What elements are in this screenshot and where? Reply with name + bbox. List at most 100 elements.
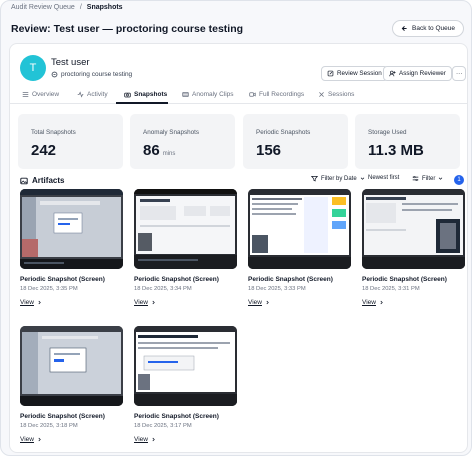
snapshot-thumbnail[interactable]: [134, 326, 237, 406]
view-link[interactable]: View: [20, 299, 42, 306]
snapshot-card[interactable]: Periodic Snapshot (Screen) 18 Dec 2025, …: [20, 326, 123, 448]
breadcrumb: Audit Review Queue / Snapshots: [11, 4, 123, 11]
snapshot-title: Periodic Snapshot (Screen): [134, 413, 219, 420]
filter-button[interactable]: Filter: [412, 175, 443, 182]
snapshot-date: 18 Dec 2025, 3:33 PM: [248, 286, 306, 292]
snapshot-thumbnail[interactable]: [362, 189, 465, 269]
review-card: T Test user proctoring course testing Re…: [9, 43, 468, 453]
back-to-queue-button[interactable]: Back to Queue: [392, 20, 464, 37]
tab-overview[interactable]: Overview: [22, 91, 59, 98]
snapshot-title: Periodic Snapshot (Screen): [134, 276, 219, 283]
stat-value: 11.3 MB: [368, 142, 424, 159]
view-label: View: [248, 299, 262, 306]
sessions-icon: [318, 91, 325, 98]
stat-value: 242: [31, 142, 57, 159]
arrow-left-icon: [401, 25, 408, 32]
snapshot-date: 18 Dec 2025, 3:35 PM: [20, 286, 78, 292]
view-link[interactable]: View: [134, 299, 156, 306]
breadcrumb-current: Snapshots: [86, 4, 123, 11]
chevron-down-icon: [360, 176, 365, 181]
back-to-queue-label: Back to Queue: [412, 25, 455, 32]
snapshot-thumbnail[interactable]: [20, 326, 123, 406]
view-link[interactable]: View: [134, 436, 156, 443]
snapshot-title: Periodic Snapshot (Screen): [20, 413, 105, 420]
snapshot-thumbnail[interactable]: [134, 189, 237, 269]
assign-reviewer-button[interactable]: Assign Reviewer: [383, 66, 452, 81]
more-icon: ···: [456, 70, 463, 77]
view-link[interactable]: View: [20, 436, 42, 443]
filter-label: Filter: [422, 175, 436, 182]
course-name: proctoring course testing: [61, 71, 133, 78]
snapshot-date: 18 Dec 2025, 3:34 PM: [134, 286, 192, 292]
tab-bar: Overview Activity Snapshots Anomaly Clip…: [10, 86, 467, 104]
chevron-right-icon: [37, 437, 42, 442]
chevron-down-icon: [438, 176, 443, 181]
tab-anomaly-clips-label: Anomaly Clips: [192, 91, 234, 98]
breadcrumb-parent[interactable]: Audit Review Queue: [11, 4, 75, 11]
sort-select[interactable]: Newest first: [368, 175, 399, 181]
app-window: Audit Review Queue / Snapshots Review: T…: [0, 0, 472, 456]
filter-by-date-label: Filter by Date: [321, 175, 357, 182]
assign-reviewer-label: Assign Reviewer: [399, 70, 446, 77]
more-options-button[interactable]: ···: [452, 66, 467, 81]
stat-label: Periodic Snapshots: [256, 129, 311, 136]
stat-value: 86 mins: [143, 142, 176, 159]
view-label: View: [134, 436, 148, 443]
stat-label: Anomaly Snapshots: [143, 129, 200, 136]
tab-overview-label: Overview: [32, 91, 60, 98]
image-icon: [20, 177, 28, 185]
stat-periodic-snapshots: Periodic Snapshots 156: [243, 114, 348, 169]
tab-full-recordings[interactable]: Full Recordings: [249, 91, 304, 98]
film-icon: [182, 91, 189, 98]
stat-label: Total Snapshots: [31, 129, 76, 136]
list-icon: [22, 91, 29, 98]
artifacts-heading: Artifacts: [20, 176, 64, 185]
user-name: Test user: [51, 57, 90, 68]
tab-anomaly-clips[interactable]: Anomaly Clips: [182, 91, 234, 98]
tab-sessions-label: Sessions: [328, 91, 355, 98]
snapshot-card[interactable]: Periodic Snapshot (Screen) 18 Dec 2025, …: [362, 189, 465, 311]
snapshot-thumbnail[interactable]: [20, 189, 123, 269]
view-label: View: [134, 299, 148, 306]
snapshot-title: Periodic Snapshot (Screen): [248, 276, 333, 283]
snapshot-card[interactable]: Periodic Snapshot (Screen) 18 Dec 2025, …: [248, 189, 351, 311]
active-tab-indicator: [116, 102, 168, 104]
filter-count-badge: 1: [454, 175, 464, 185]
stat-storage-used: Storage Used 11.3 MB: [355, 114, 460, 169]
avatar: T: [20, 55, 46, 81]
stat-label: Storage Used: [368, 129, 407, 136]
camera-icon: [124, 91, 131, 98]
chevron-right-icon: [151, 437, 156, 442]
view-link[interactable]: View: [248, 299, 270, 306]
chevron-right-icon: [151, 300, 156, 305]
view-label: View: [362, 299, 376, 306]
stat-value: 156: [256, 142, 282, 159]
filter-by-date-button[interactable]: Filter by Date: [311, 175, 365, 182]
snapshot-thumbnail[interactable]: [248, 189, 351, 269]
sort-label: Newest first: [368, 175, 400, 181]
snapshot-card[interactable]: Periodic Snapshot (Screen) 18 Dec 2025, …: [20, 189, 123, 311]
review-session-button[interactable]: Review Session: [321, 66, 388, 81]
stat-unit: mins: [162, 151, 176, 157]
tab-activity[interactable]: Activity: [77, 91, 108, 98]
snapshot-card[interactable]: Periodic Snapshot (Screen) 18 Dec 2025, …: [134, 189, 237, 311]
chevron-right-icon: [265, 300, 270, 305]
snapshot-card[interactable]: Periodic Snapshot (Screen) 18 Dec 2025, …: [134, 326, 237, 448]
course-icon: [51, 71, 58, 78]
chevron-right-icon: [37, 300, 42, 305]
tab-snapshots-label: Snapshots: [134, 91, 168, 98]
view-link[interactable]: View: [362, 299, 384, 306]
snapshot-date: 18 Dec 2025, 3:31 PM: [362, 286, 420, 292]
tab-full-recordings-label: Full Recordings: [259, 91, 305, 98]
review-session-label: Review Session: [337, 70, 382, 77]
tab-activity-label: Activity: [87, 91, 108, 98]
tab-snapshots[interactable]: Snapshots: [124, 91, 167, 98]
tab-sessions[interactable]: Sessions: [318, 91, 354, 98]
stats-row: Total Snapshots 242 Anomaly Snapshots 86…: [18, 114, 460, 169]
snapshot-title: Periodic Snapshot (Screen): [362, 276, 447, 283]
snapshot-title: Periodic Snapshot (Screen): [20, 276, 105, 283]
edit-icon: [327, 70, 334, 77]
view-label: View: [20, 299, 34, 306]
sliders-icon: [412, 175, 419, 182]
user-plus-icon: [389, 70, 396, 77]
